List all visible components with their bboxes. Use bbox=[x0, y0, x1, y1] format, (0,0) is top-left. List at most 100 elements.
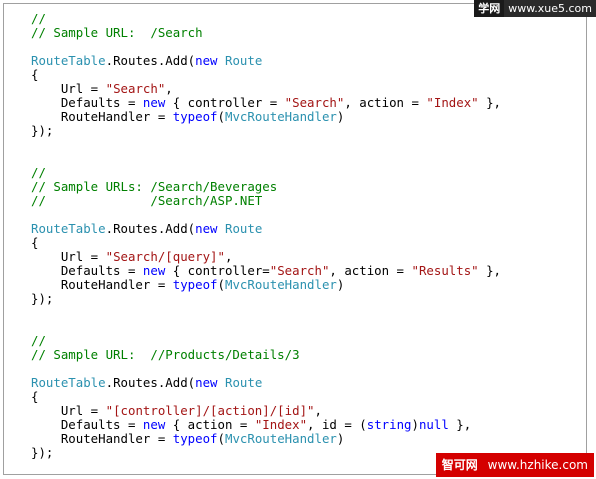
code-line: RouteTable.Routes.Add(new Route bbox=[31, 376, 501, 390]
code-token-plain: { controller= bbox=[165, 263, 270, 278]
watermark-top-logo: 学网 bbox=[474, 0, 505, 17]
code-line: RouteHandler = typeof(MvcRouteHandler) bbox=[31, 432, 501, 446]
code-token-string: "Index" bbox=[254, 417, 308, 432]
code-token-plain: }); bbox=[31, 291, 54, 306]
code-token-plain: , id = ( bbox=[307, 417, 367, 432]
code-token-plain: { bbox=[31, 67, 39, 82]
code-token-comment: // bbox=[31, 11, 46, 26]
code-token-keyword: typeof bbox=[172, 277, 218, 292]
code-line: Url = "Search/[query]", bbox=[31, 250, 501, 264]
code-token-comment: // bbox=[31, 165, 46, 180]
code-token-type: RouteTable bbox=[31, 375, 106, 390]
code-token-plain: ) bbox=[336, 431, 345, 446]
code-line: RouteTable.Routes.Add(new Route bbox=[31, 54, 501, 68]
code-token-plain: ) bbox=[411, 417, 419, 432]
code-token-plain: ) bbox=[336, 277, 345, 292]
code-line: Url = "Search", bbox=[31, 82, 501, 96]
code-line: Defaults = new { controller="Search", ac… bbox=[31, 264, 501, 278]
code-line: // bbox=[31, 12, 501, 26]
code-token-plain: , bbox=[314, 403, 322, 418]
code-token-plain: { action = bbox=[165, 417, 255, 432]
code-line: Defaults = new { controller = "Search", … bbox=[31, 96, 501, 110]
code-token-plain: , action = bbox=[344, 95, 427, 110]
code-token-plain: Defaults = bbox=[31, 263, 143, 278]
code-token-plain: Url = bbox=[31, 249, 106, 264]
code-token-plain: , bbox=[165, 81, 173, 96]
code-token-keyword: string bbox=[366, 417, 412, 432]
watermark-bottom-url: www.hzhike.com bbox=[487, 458, 588, 472]
code-token-comment: // Sample URL: /Search bbox=[31, 25, 203, 40]
code-line: // /Search/ASP.NET bbox=[31, 194, 501, 208]
code-token-plain: }, bbox=[448, 417, 472, 432]
code-token-keyword: new bbox=[142, 417, 166, 432]
code-block: //// Sample URL: /Search RouteTable.Route… bbox=[31, 12, 501, 460]
code-token-plain: ( bbox=[217, 109, 225, 124]
code-token-type: RouteTable bbox=[31, 221, 106, 236]
code-line: Url = "[controller]/[action]/[id]", bbox=[31, 404, 501, 418]
code-token-plain: RouteHandler = bbox=[31, 277, 173, 292]
code-token-type: MvcRouteHandler bbox=[224, 431, 337, 446]
code-token-string: "[controller]/[action]/[id]" bbox=[105, 403, 315, 418]
code-token-keyword: typeof bbox=[172, 431, 218, 446]
code-line: // Sample URL: /Search bbox=[31, 26, 501, 40]
code-token-keyword: typeof bbox=[172, 109, 218, 124]
code-line: // bbox=[31, 166, 501, 180]
code-token-keyword: new bbox=[142, 95, 166, 110]
code-token-plain: Url = bbox=[31, 403, 106, 418]
code-token-type: MvcRouteHandler bbox=[224, 277, 337, 292]
code-token-string: "Index" bbox=[426, 95, 479, 110]
code-token-type: MvcRouteHandler bbox=[224, 109, 337, 124]
code-token-comment: // Sample URLs: /Search/Beverages bbox=[31, 179, 278, 194]
code-token-keyword: new bbox=[195, 53, 218, 68]
code-line: { bbox=[31, 68, 501, 82]
code-token-string: "Results" bbox=[411, 263, 479, 278]
code-token-plain: .Routes.Add( bbox=[105, 53, 196, 68]
watermark-bottom-name: 智可网 bbox=[441, 458, 478, 472]
code-token-keyword: null bbox=[418, 417, 449, 432]
code-token-string: "Search" bbox=[284, 95, 345, 110]
code-token-type: Route bbox=[225, 221, 263, 236]
code-line: { bbox=[31, 390, 501, 404]
code-line: Defaults = new { action = "Index", id = … bbox=[31, 418, 501, 432]
code-token-comment: // /Search/ASP.NET bbox=[31, 193, 263, 208]
code-token-keyword: new bbox=[195, 375, 218, 390]
code-line: // Sample URLs: /Search/Beverages bbox=[31, 180, 501, 194]
watermark-top: 学网 www.xue5.com bbox=[474, 0, 596, 17]
code-token-plain: Url = bbox=[31, 81, 106, 96]
code-token-plain: RouteHandler = bbox=[31, 431, 173, 446]
watermark-bottom: 智可网 www.hzhike.com bbox=[435, 453, 594, 477]
code-line: RouteHandler = typeof(MvcRouteHandler) bbox=[31, 278, 501, 292]
code-line: { bbox=[31, 236, 501, 250]
code-token-plain: Defaults = bbox=[31, 417, 143, 432]
code-token-keyword: new bbox=[142, 263, 166, 278]
code-token-type: Route bbox=[225, 375, 263, 390]
code-token-plain: .Routes.Add( bbox=[105, 375, 196, 390]
code-line: // bbox=[31, 334, 501, 348]
watermark-top-url: www.xue5.com bbox=[504, 0, 596, 17]
code-token-string: "Search" bbox=[105, 81, 166, 96]
code-token-type: Route bbox=[225, 53, 263, 68]
code-token-keyword: new bbox=[195, 221, 218, 236]
code-line: // Sample URL: //Products/Details/3 bbox=[31, 348, 501, 362]
code-token-comment: // bbox=[31, 333, 46, 348]
code-line: }); bbox=[31, 124, 501, 138]
code-line: RouteHandler = typeof(MvcRouteHandler) bbox=[31, 110, 501, 124]
code-token-plain: { controller = bbox=[165, 95, 285, 110]
code-token-plain: { bbox=[31, 389, 39, 404]
code-token-comment: // Sample URL: //Products/Details/3 bbox=[31, 347, 300, 362]
code-token-plain: }); bbox=[31, 445, 54, 460]
code-token-plain: ( bbox=[217, 277, 225, 292]
code-token-plain: ( bbox=[217, 431, 225, 446]
code-token-plain: }); bbox=[31, 123, 54, 138]
code-token-plain: ) bbox=[336, 109, 345, 124]
code-line: }); bbox=[31, 446, 501, 460]
